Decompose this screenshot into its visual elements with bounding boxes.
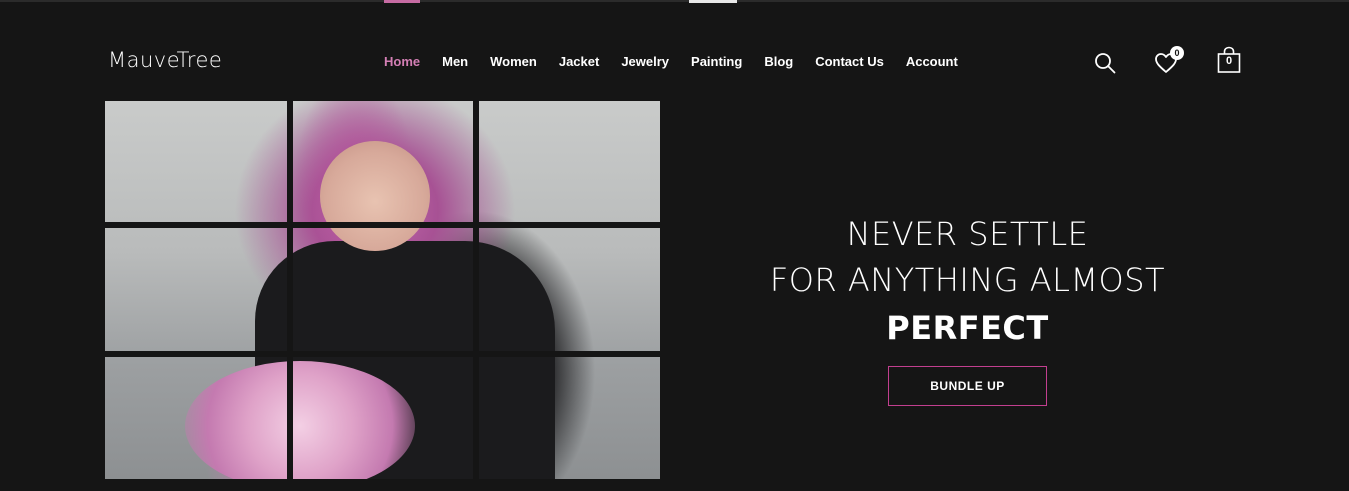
hero-headline-line1: NEVER SETTLE <box>846 215 1089 253</box>
image-grid-line <box>287 101 293 479</box>
hero-image <box>105 101 660 479</box>
site-logo[interactable]: MauveTree <box>108 48 222 72</box>
hero-headline-prefix: FOR ANYTHING ALMOST <box>769 261 1166 299</box>
nav-item-jewelry[interactable]: Jewelry <box>621 54 669 69</box>
wishlist-count-badge: 0 <box>1170 46 1184 60</box>
main-nav: Home Men Women Jacket Jewelry Painting B… <box>384 54 980 69</box>
top-border <box>0 0 1349 2</box>
nav-item-jacket[interactable]: Jacket <box>559 54 599 69</box>
hero-text: NEVER SETTLE FOR ANYTHING ALMOST PERFECT… <box>700 212 1235 406</box>
cart-count: 0 <box>1225 55 1233 67</box>
nav-item-blog[interactable]: Blog <box>764 54 793 69</box>
nav-item-women[interactable]: Women <box>490 54 537 69</box>
hero-image-face <box>320 141 430 251</box>
active-nav-indicator <box>384 0 420 3</box>
nav-item-men[interactable]: Men <box>442 54 468 69</box>
hero-headline-emphasis: PERFECT <box>886 309 1049 347</box>
nav-hover-indicator <box>689 0 737 3</box>
nav-item-account[interactable]: Account <box>906 54 958 69</box>
image-grid-line <box>473 101 479 479</box>
nav-item-painting[interactable]: Painting <box>691 54 742 69</box>
nav-item-home[interactable]: Home <box>384 54 420 69</box>
hero-headline-line2: FOR ANYTHING ALMOST PERFECT <box>700 256 1235 352</box>
hero-image-flowers <box>185 361 415 479</box>
search-icon[interactable] <box>1094 52 1116 74</box>
image-grid-line <box>105 351 660 357</box>
bundle-up-button[interactable]: BUNDLE UP <box>888 366 1047 406</box>
nav-item-contact-us[interactable]: Contact Us <box>815 54 884 69</box>
image-grid-line <box>105 222 660 228</box>
